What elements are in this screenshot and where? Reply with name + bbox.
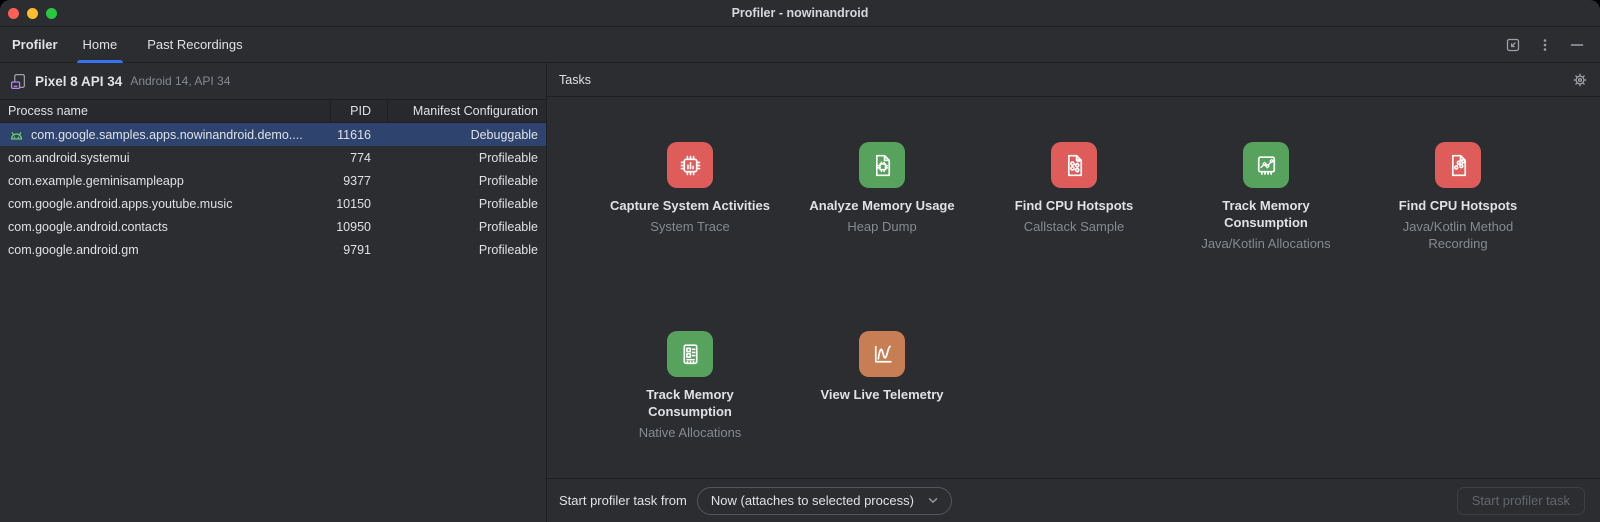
task-subtitle: System Trace bbox=[650, 218, 729, 235]
dropdown-value: Now (attaches to selected process) bbox=[711, 493, 914, 508]
process-manifest-configuration: Profileable bbox=[387, 174, 546, 188]
device-name: Pixel 8 API 34 bbox=[35, 74, 122, 89]
start-profiler-task-button[interactable]: Start profiler task bbox=[1457, 487, 1585, 515]
more-vertical-icon[interactable] bbox=[1535, 35, 1555, 55]
process-pid: 9791 bbox=[330, 243, 387, 257]
task-card[interactable]: Track Memory Consumption Java/Kotlin Allo… bbox=[1170, 142, 1362, 312]
task-subtitle: Java/Kotlin Allocations bbox=[1201, 235, 1330, 252]
process-manifest-configuration: Profileable bbox=[387, 197, 546, 211]
column-pid: PID bbox=[330, 100, 387, 122]
process-pid: 9377 bbox=[330, 174, 387, 188]
process-name: com.google.android.gm bbox=[0, 243, 330, 257]
android-icon bbox=[8, 127, 25, 142]
task-subtitle: Heap Dump bbox=[847, 218, 916, 235]
window-title: Profiler - nowinandroid bbox=[732, 6, 869, 20]
task-card[interactable]: Capture System Activities System Trace bbox=[594, 142, 786, 312]
process-manifest-configuration: Profileable bbox=[387, 220, 546, 234]
process-table-header: Process name PID Manifest Configuration bbox=[0, 99, 546, 123]
process-pid: 10150 bbox=[330, 197, 387, 211]
table-row[interactable]: com.android.systemui774Profileable bbox=[0, 146, 546, 169]
board-graph-icon bbox=[1243, 142, 1289, 188]
column-manifest-configuration: Manifest Configuration bbox=[387, 100, 546, 122]
table-row[interactable]: com.example.geminisampleapp9377Profileab… bbox=[0, 169, 546, 192]
gear-icon[interactable] bbox=[1572, 72, 1588, 88]
hide-icon[interactable] bbox=[1567, 35, 1587, 55]
start-from-label: Start profiler task from bbox=[559, 493, 687, 508]
fullscreen-button[interactable] bbox=[46, 8, 57, 19]
doc-method-icon bbox=[1435, 142, 1481, 188]
tasks-area: Capture System Activities System Trace Ana… bbox=[547, 97, 1600, 478]
task-title: Find CPU Hotspots bbox=[1399, 197, 1517, 214]
task-subtitle: Java/Kotlin Method Recording bbox=[1378, 218, 1538, 252]
task-title: Track Memory Consumption bbox=[610, 386, 770, 420]
tasks-panel: Tasks Capture System Activities System Tr… bbox=[547, 63, 1600, 522]
task-title: Find CPU Hotspots bbox=[1015, 197, 1133, 214]
task-title: Analyze Memory Usage bbox=[809, 197, 954, 214]
table-row[interactable]: com.google.android.contacts10950Profilea… bbox=[0, 215, 546, 238]
traffic-lights bbox=[8, 0, 57, 26]
process-pid: 11616 bbox=[330, 128, 387, 142]
close-button[interactable] bbox=[8, 8, 19, 19]
process-name: com.example.geminisampleapp bbox=[0, 174, 330, 188]
tab-past-recordings[interactable]: Past Recordings bbox=[132, 27, 257, 62]
virtual-device-icon bbox=[10, 73, 27, 90]
process-name: com.android.systemui bbox=[0, 151, 330, 165]
titlebar: Profiler - nowinandroid bbox=[0, 0, 1600, 27]
task-subtitle: Callstack Sample bbox=[1024, 218, 1124, 235]
task-card[interactable]: Find CPU Hotspots Java/Kotlin Method Reco… bbox=[1362, 142, 1554, 312]
task-footer: Start profiler task from Now (attaches t… bbox=[547, 478, 1600, 522]
minimize-button[interactable] bbox=[27, 8, 38, 19]
task-title: View Live Telemetry bbox=[820, 386, 943, 403]
device-header: Pixel 8 API 34 Android 14, API 34 bbox=[0, 63, 546, 99]
ram-icon bbox=[667, 331, 713, 377]
process-manifest-configuration: Profileable bbox=[387, 151, 546, 165]
table-row[interactable]: com.google.android.apps.youtube.music101… bbox=[0, 192, 546, 215]
task-title: Track Memory Consumption bbox=[1186, 197, 1346, 231]
chevron-down-icon bbox=[928, 497, 938, 504]
process-pid: 774 bbox=[330, 151, 387, 165]
app-label: Profiler bbox=[12, 27, 58, 62]
tabbar: Profiler Home Past Recordings bbox=[0, 27, 1600, 63]
doc-chip-icon bbox=[859, 142, 905, 188]
tasks-header: Tasks bbox=[547, 63, 1600, 97]
device-details: Android 14, API 34 bbox=[130, 74, 230, 88]
tabbar-controls bbox=[1503, 27, 1600, 62]
process-pid: 10950 bbox=[330, 220, 387, 234]
process-table-body: com.google.samples.apps.nowinandroid.dem… bbox=[0, 123, 546, 522]
task-card[interactable]: View Live Telemetry bbox=[786, 331, 978, 478]
process-manifest-configuration: Debuggable bbox=[387, 128, 546, 142]
table-row[interactable]: com.google.android.gm9791Profileable bbox=[0, 238, 546, 261]
task-title: Capture System Activities bbox=[610, 197, 770, 214]
tab-home[interactable]: Home bbox=[68, 27, 133, 62]
process-name: com.google.samples.apps.nowinandroid.dem… bbox=[0, 127, 330, 142]
process-name: com.google.android.contacts bbox=[0, 220, 330, 234]
process-manifest-configuration: Profileable bbox=[387, 243, 546, 257]
tasks-grid: Capture System Activities System Trace Ana… bbox=[594, 142, 1600, 478]
chip-bars-icon bbox=[667, 142, 713, 188]
column-process-name: Process name bbox=[0, 100, 330, 122]
profiler-window: Profiler - nowinandroid Profiler Home Pa… bbox=[0, 0, 1600, 522]
tasks-title: Tasks bbox=[559, 73, 591, 87]
start-from-dropdown[interactable]: Now (attaches to selected process) bbox=[697, 487, 952, 515]
task-card[interactable]: Track Memory Consumption Native Allocatio… bbox=[594, 331, 786, 478]
process-panel: Pixel 8 API 34 Android 14, API 34 Proces… bbox=[0, 63, 547, 522]
task-subtitle: Native Allocations bbox=[639, 424, 742, 441]
doc-callstack-icon bbox=[1051, 142, 1097, 188]
telemetry-icon bbox=[859, 331, 905, 377]
dock-window-icon[interactable] bbox=[1503, 35, 1523, 55]
process-name: com.google.android.apps.youtube.music bbox=[0, 197, 330, 211]
table-row[interactable]: com.google.samples.apps.nowinandroid.dem… bbox=[0, 123, 546, 146]
task-card[interactable]: Analyze Memory Usage Heap Dump bbox=[786, 142, 978, 312]
task-card[interactable]: Find CPU Hotspots Callstack Sample bbox=[978, 142, 1170, 312]
